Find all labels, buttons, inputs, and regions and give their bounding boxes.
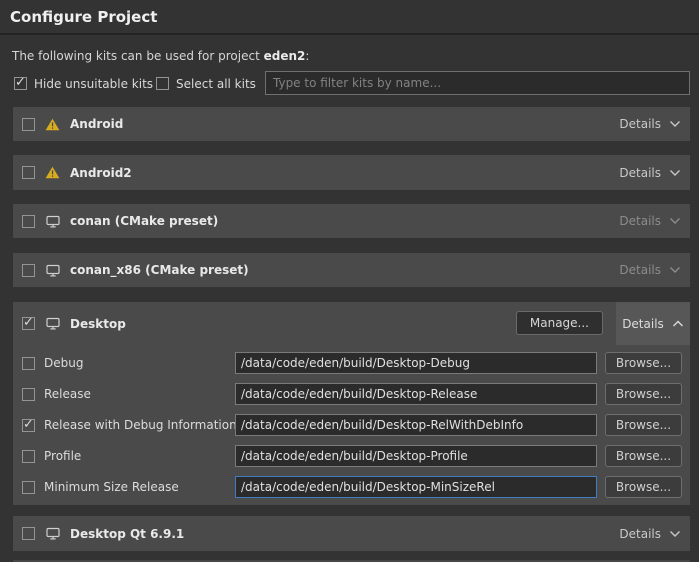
details-button[interactable]: Details [619,214,681,228]
hide-unsuitable-kits-checkbox[interactable]: Hide unsuitable kits [14,76,153,91]
kit-checkbox[interactable] [22,118,35,131]
intro-text: The following kits can be used for proje… [12,49,309,63]
kit-name: conan (CMake preset) [70,214,218,228]
warning-icon [45,118,60,131]
chevron-down-icon [669,166,681,180]
manage-button[interactable]: Manage... [516,311,603,335]
kit-row-conan: conan (CMake preset) Details [13,204,690,238]
build-config-label: Profile [44,449,81,463]
hide-unsuitable-kits-label: Hide unsuitable kits [34,77,153,91]
build-config-label: Minimum Size Release [44,480,179,494]
monitor-icon [45,527,60,540]
kit-checkbox[interactable] [22,527,35,540]
select-all-kits-label: Select all kits [176,77,256,91]
build-config-checkbox[interactable] [22,388,35,401]
page-title: Configure Project [10,8,157,26]
browse-button[interactable]: Browse... [605,476,682,498]
select-all-kits-checkbox[interactable]: Select all kits [156,76,256,91]
chevron-up-icon [672,317,684,331]
browse-button[interactable]: Browse... [605,383,682,405]
kit-row-android2: Android2 Details [13,155,690,190]
details-button[interactable]: Details [619,263,681,277]
kit-filter-input[interactable] [265,71,690,95]
kit-name: Desktop [70,317,126,331]
build-config-checkbox[interactable] [22,481,35,494]
build-dir-input-minsizerel[interactable] [235,476,597,498]
details-button[interactable]: Details [619,117,681,131]
monitor-icon [45,317,60,330]
build-config-label: Release [44,387,91,401]
monitor-icon [45,215,60,228]
browse-button[interactable]: Browse... [605,352,682,374]
build-config-row-relwithdebinfo: Release with Debug Information Browse... [22,414,682,436]
build-config-checkbox[interactable] [22,357,35,370]
kit-checkbox[interactable] [22,166,35,179]
kit-checkbox[interactable] [22,317,35,330]
build-config-row-profile: Profile Browse... [22,445,682,467]
build-dir-input-profile[interactable] [235,445,597,467]
kit-checkbox[interactable] [22,264,35,277]
kit-name: conan_x86 (CMake preset) [70,263,249,277]
kit-checkbox[interactable] [22,215,35,228]
title-separator [0,33,699,35]
kit-row-conan-x86: conan_x86 (CMake preset) Details [13,253,690,287]
build-config-checkbox[interactable] [22,419,35,432]
build-config-row-release: Release Browse... [22,383,682,405]
build-config-row-debug: Debug Browse... [22,352,682,374]
project-name: eden2 [264,49,306,63]
build-dir-input-debug[interactable] [235,352,597,374]
monitor-icon [45,264,60,277]
build-config-row-minsizerel: Minimum Size Release Browse... [22,476,682,498]
kit-row-desktop: Desktop Manage... Details Debug Browse..… [13,302,690,505]
kit-name: Android2 [70,166,132,180]
build-dir-input-relwithdebinfo[interactable] [235,414,597,436]
build-config-label: Release with Debug Information [44,418,237,432]
details-button[interactable]: Details [619,166,681,180]
kit-name: Android [70,117,123,131]
checkbox-icon[interactable] [14,77,27,90]
browse-button[interactable]: Browse... [605,414,682,436]
chevron-down-icon [669,214,681,228]
build-dir-input-release[interactable] [235,383,597,405]
kit-name: Desktop Qt 6.9.1 [70,527,184,541]
details-button-expanded[interactable]: Details [616,302,690,345]
kit-row-desktop-qt: Desktop Qt 6.9.1 Details [13,516,690,551]
build-config-checkbox[interactable] [22,450,35,463]
warning-icon [45,166,60,179]
chevron-down-icon [669,263,681,277]
chevron-down-icon [669,527,681,541]
browse-button[interactable]: Browse... [605,445,682,467]
chevron-down-icon [669,117,681,131]
checkbox-icon[interactable] [156,77,169,90]
details-button[interactable]: Details [619,527,681,541]
build-config-label: Debug [44,356,83,370]
kit-row-android: Android Details [13,107,690,141]
